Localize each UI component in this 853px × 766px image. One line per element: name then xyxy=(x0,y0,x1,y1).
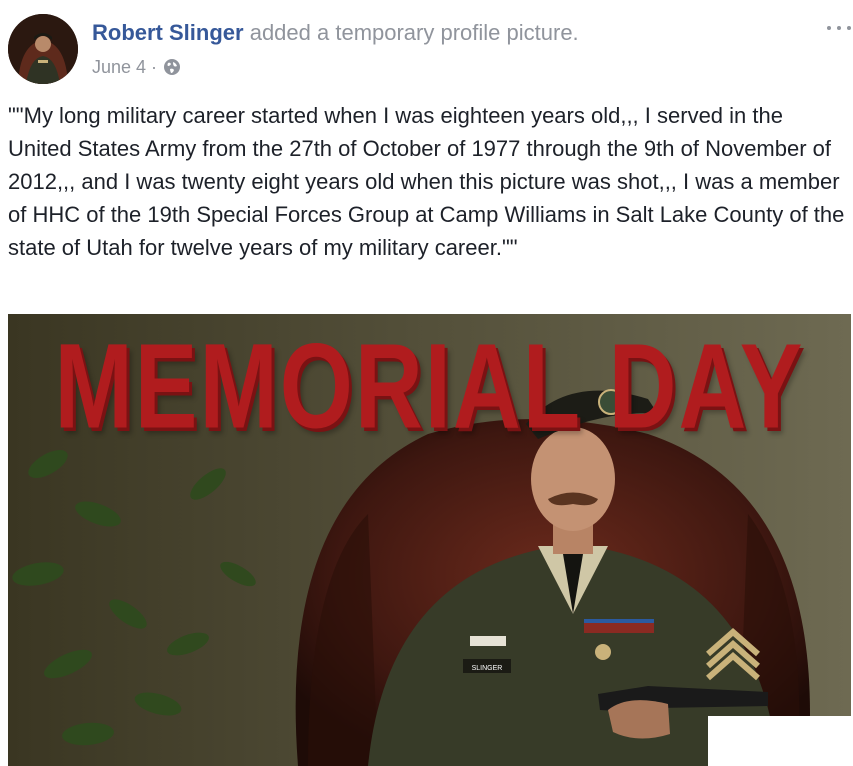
post-meta: June 4 · xyxy=(92,56,181,78)
post-action-text: added a temporary profile picture. xyxy=(249,20,579,45)
name-tag-text: SLINGER xyxy=(472,665,503,672)
memorial-day-banner: MEMORIAL DAY xyxy=(54,318,805,453)
post-date-link[interactable]: June 4 xyxy=(92,57,146,78)
more-options-dot xyxy=(827,26,831,30)
avatar-image xyxy=(8,14,78,84)
more-options-dot xyxy=(837,26,841,30)
more-options-dot xyxy=(847,26,851,30)
author-name-link[interactable]: Robert Slinger xyxy=(92,20,244,45)
meta-separator: · xyxy=(151,56,158,77)
post-header: Robert Slinger added a temporary profile… xyxy=(92,19,579,47)
photo-corner-overlay xyxy=(708,716,851,766)
profile-avatar[interactable] xyxy=(8,14,78,84)
more-options-icon[interactable] xyxy=(825,18,853,38)
globe-icon[interactable] xyxy=(163,58,181,76)
post-photo[interactable]: SLINGER MEMORIAL DAY xyxy=(8,314,851,766)
facebook-post: Robert Slinger added a temporary profile… xyxy=(0,0,853,766)
post-text: ""My long military career started when I… xyxy=(8,103,845,260)
